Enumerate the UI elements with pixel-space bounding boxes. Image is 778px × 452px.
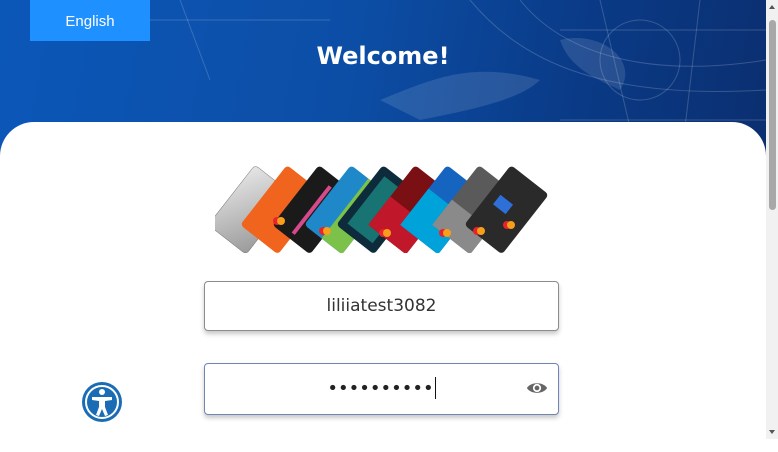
page-scrollbar[interactable] (766, 0, 778, 439)
eye-icon[interactable] (526, 379, 548, 397)
accessibility-icon[interactable] (81, 381, 123, 423)
text-caret (434, 377, 436, 399)
password-value: •••••••••• (205, 377, 558, 399)
scroll-up-arrow-icon[interactable] (766, 0, 778, 14)
password-field[interactable]: •••••••••• (204, 363, 559, 415)
credit-cards-image (215, 166, 548, 253)
scroll-down-arrow-icon[interactable] (766, 425, 778, 439)
page-title: Welcome! (316, 42, 450, 70)
username-field[interactable]: liliiatest3082 (204, 281, 559, 331)
scrollbar-thumb[interactable] (769, 20, 776, 210)
password-masked-text: •••••••••• (327, 378, 434, 399)
language-button[interactable]: English (30, 0, 150, 41)
username-value: liliiatest3082 (326, 296, 437, 316)
